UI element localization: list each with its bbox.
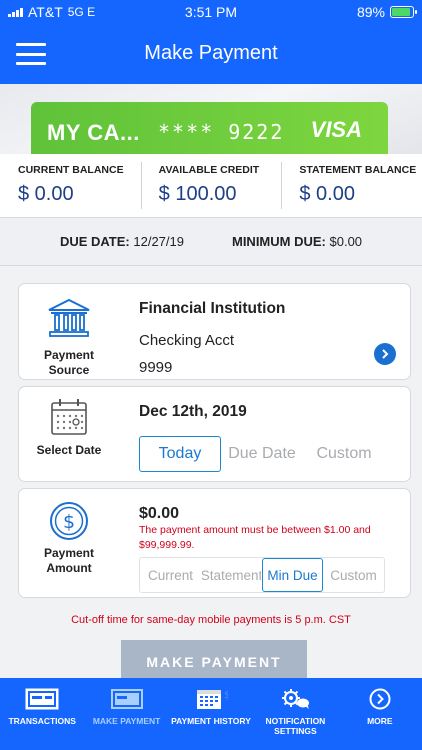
balance-label: AVAILABLE CREDIT [158,164,260,176]
amount-error-message: The payment amount must be between $1.00… [139,524,371,551]
chevron-right-icon[interactable] [374,343,396,365]
payment-source-label: Payment Source [43,348,95,377]
balance-value: $ 0.00 [299,183,355,205]
credit-card[interactable]: MY CA... **** 9222 VISA [31,102,388,154]
svg-text:$: $ [224,690,228,701]
amount-option-custom[interactable]: Custom [323,558,384,592]
payment-amount-label: Payment Amount [43,546,95,575]
status-bar: AT&T 5G E 3:51 PM 89% [0,0,422,24]
date-options: Today Due Date Custom [139,436,385,472]
due-info: DUE DATE: 12/27/19 MINIMUM DUE: $0.00 [0,218,422,266]
payment-amount-panel: $ Payment Amount $0.00 The payment amoun… [18,488,411,598]
tab-more[interactable]: MORE [338,678,422,750]
card-area: MY CA... **** 9222 VISA [0,84,422,154]
amount-option-current[interactable]: Current [140,558,201,592]
dollar-icon: $ [50,502,88,540]
balance-value: $ 100.00 [158,183,237,205]
date-option-due-date[interactable]: Due Date [221,436,303,472]
balance-value: $ 0.00 [18,183,74,205]
battery-icon [390,6,417,18]
tab-label: PAYMENT HISTORY [171,716,251,726]
tab-transactions[interactable]: TRANSACTIONS [0,678,84,750]
select-date-label: Select Date [36,443,102,457]
tab-payment-history[interactable]: $ PAYMENT HISTORY [169,678,253,750]
nav-bar: Make Payment [0,24,422,84]
institution-name: Financial Institution [139,300,286,317]
make-payment-icon [110,689,143,709]
date-option-today[interactable]: Today [139,436,221,472]
balance-label: STATEMENT BALANCE [299,164,417,176]
current-balance: CURRENT BALANCE $ 0.00 [0,154,141,217]
card-number: **** 9222 [158,120,285,144]
calendar-icon [51,399,87,435]
statement-balance: STATEMENT BALANCE $ 0.00 [281,154,422,217]
tab-notification-settings[interactable]: NOTIFICATION SETTINGS [253,678,337,750]
transactions-icon [25,688,59,710]
available-credit: AVAILABLE CREDIT $ 100.00 [140,154,282,217]
tab-make-payment[interactable]: MAKE PAYMENT [84,678,168,750]
gear-chat-icon [282,689,310,709]
balances-row: CURRENT BALANCE $ 0.00 AVAILABLE CREDIT … [0,154,422,218]
due-date: DUE DATE: 12/27/19 [59,234,184,249]
balance-label: CURRENT BALANCE [18,164,124,176]
tab-label: MAKE PAYMENT [92,716,161,726]
selected-date: Dec 12th, 2019 [139,403,247,420]
tab-label: NOTIFICATION SETTINGS [265,716,326,736]
minimum-due: MINIMUM DUE: $0.00 [231,234,363,249]
battery-percent: 89% [356,4,385,20]
account-type: Checking Acct [139,332,235,349]
more-icon [369,688,391,710]
select-date-panel: Select Date Dec 12th, 2019 Today Due Dat… [18,386,411,482]
amount-options: Current Statement Min Due Custom [139,557,385,593]
account-number: 9999 [139,359,173,376]
cutoff-notice: Cut-off time for same-day mobile payment… [71,614,351,626]
svg-text:$: $ [63,511,75,533]
payment-amount-value: $0.00 [139,505,180,522]
page-title: Make Payment [144,42,278,64]
bank-icon [48,298,90,337]
payment-source-panel[interactable]: Payment Source Financial Institution Che… [18,283,411,380]
card-name: MY CA... [47,120,140,145]
battery-status: 89% [356,4,417,20]
tab-label: MORE [367,716,393,726]
tab-bar: TRANSACTIONS MAKE PAYMENT $ PAYMENT HIST… [0,678,422,750]
date-option-custom[interactable]: Custom [303,436,385,472]
visa-logo: VISA [310,117,362,142]
amount-option-statement[interactable]: Statement [201,558,262,592]
payment-history-icon: $ [197,690,228,709]
amount-option-min-due[interactable]: Min Due [262,558,323,592]
tab-label: TRANSACTIONS [8,716,76,726]
